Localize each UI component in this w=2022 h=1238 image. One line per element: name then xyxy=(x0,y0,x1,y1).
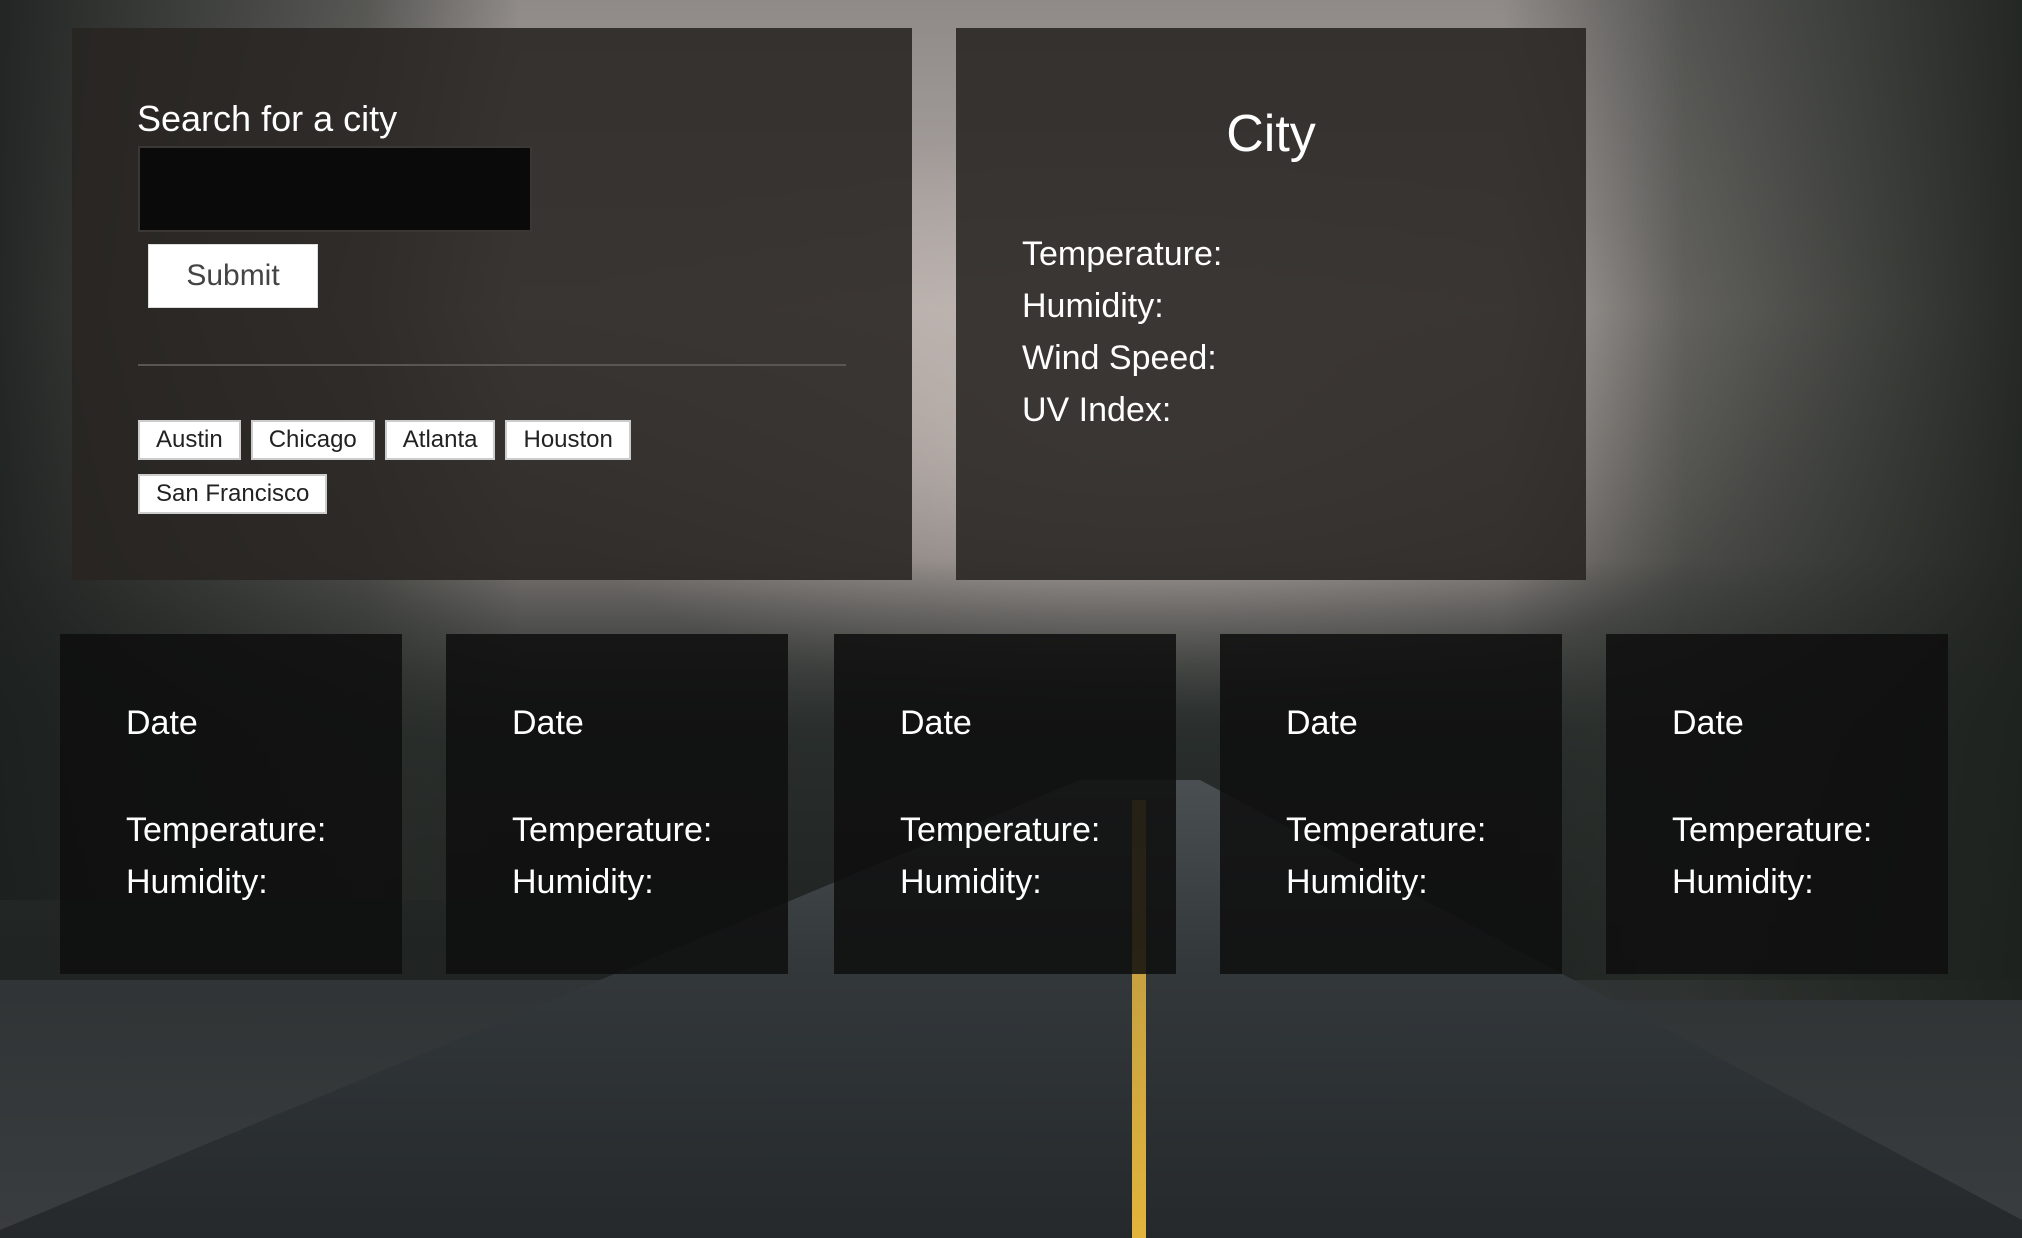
city-title: City xyxy=(1226,105,1316,163)
forecast-humidity-label: Humidity: xyxy=(1672,863,1814,901)
forecast-date: Date xyxy=(512,704,584,742)
forecast-temperature-label: Temperature: xyxy=(126,811,327,849)
search-history-list: Austin Chicago Atlanta Houston San Franc… xyxy=(138,420,678,514)
forecast-card-4: Date Temperature: Humidity: xyxy=(1220,634,1562,974)
forecast-card-1: Date Temperature: Humidity: xyxy=(60,634,402,974)
forecast-card-5: Date Temperature: Humidity: xyxy=(1606,634,1948,974)
wind-speed-label: Wind Speed: xyxy=(1022,339,1217,377)
forecast-temperature-label: Temperature: xyxy=(1672,811,1873,849)
forecast-stats: Temperature: Humidity: xyxy=(1672,804,1872,908)
history-button-chicago[interactable]: Chicago xyxy=(250,420,375,460)
forecast-card-3: Date Temperature: Humidity: xyxy=(834,634,1176,974)
forecast-stats: Temperature: Humidity: xyxy=(1286,804,1486,908)
forecast-humidity-label: Humidity: xyxy=(900,863,1042,901)
history-button-houston[interactable]: Houston xyxy=(505,420,631,460)
forecast-card-2: Date Temperature: Humidity: xyxy=(446,634,788,974)
forecast-stats: Temperature: Humidity: xyxy=(900,804,1100,908)
history-button-austin[interactable]: Austin xyxy=(138,420,241,460)
humidity-label: Humidity: xyxy=(1022,287,1164,325)
forecast-humidity-label: Humidity: xyxy=(1286,863,1428,901)
forecast-humidity-label: Humidity: xyxy=(126,863,268,901)
forecast-temperature-label: Temperature: xyxy=(512,811,713,849)
forecast-temperature-label: Temperature: xyxy=(900,811,1101,849)
temperature-label: Temperature: xyxy=(1022,235,1223,273)
forecast-date: Date xyxy=(900,704,972,742)
forecast-date: Date xyxy=(1286,704,1358,742)
history-button-san-francisco[interactable]: San Francisco xyxy=(138,474,328,514)
forecast-date: Date xyxy=(126,704,198,742)
submit-button[interactable]: Submit xyxy=(148,244,318,308)
search-label: Search for a city xyxy=(137,98,398,139)
forecast-stats: Temperature: Humidity: xyxy=(512,804,712,908)
forecast-humidity-label: Humidity: xyxy=(512,863,654,901)
forecast-stats: Temperature: Humidity: xyxy=(126,804,326,908)
search-panel: Search for a city Submit Austin Chicago … xyxy=(72,28,912,580)
history-button-atlanta[interactable]: Atlanta xyxy=(384,420,496,460)
current-weather-stats: Temperature: Humidity: Wind Speed: UV In… xyxy=(1022,228,1222,436)
uv-index-label: UV Index: xyxy=(1022,391,1172,429)
city-search-input[interactable] xyxy=(138,146,532,232)
divider xyxy=(138,364,846,366)
forecast-date: Date xyxy=(1672,704,1744,742)
forecast-temperature-label: Temperature: xyxy=(1286,811,1487,849)
current-weather-panel: City Temperature: Humidity: Wind Speed: … xyxy=(956,28,1586,580)
